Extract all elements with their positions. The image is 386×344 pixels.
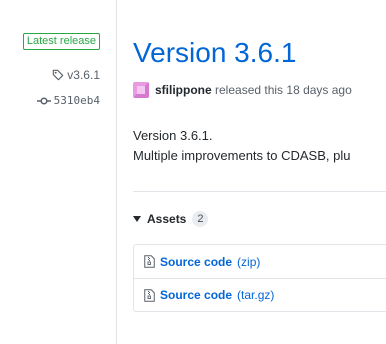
asset-extension: (tar.gz) <box>237 288 275 302</box>
asset-list: Source code (zip) Source code (tar.gz) <box>133 244 386 312</box>
commit-sha: 5310eb4 <box>53 94 100 107</box>
release-page: Latest release v3.6.1 5310eb4 Version 3.… <box>0 0 386 344</box>
release-notes-line: Multiple improvements to CDASB, plu <box>133 148 351 163</box>
asset-name-link[interactable]: Source code <box>160 288 232 302</box>
release-notes-line: Version 3.6.1. <box>133 128 213 143</box>
tag-link[interactable]: v3.6.1 <box>52 68 100 82</box>
avatar[interactable] <box>133 82 149 98</box>
tag-name: v3.6.1 <box>67 68 100 82</box>
list-item[interactable]: Source code (tar.gz) <box>134 278 386 311</box>
release-title[interactable]: Version 3.6.1 <box>133 35 296 71</box>
column-divider <box>116 0 117 344</box>
assets-label: Assets <box>147 212 187 226</box>
commit-icon <box>36 96 51 106</box>
file-zip-icon <box>144 288 155 302</box>
file-zip-icon <box>144 255 155 268</box>
release-time: released this 18 days ago <box>215 83 352 97</box>
list-item[interactable]: Source code (zip) <box>134 245 386 278</box>
caret-down-icon <box>133 216 141 222</box>
asset-extension: (zip) <box>237 254 261 269</box>
commit-link[interactable]: 5310eb4 <box>36 94 100 107</box>
assets-toggle[interactable]: Assets 2 <box>133 211 209 227</box>
release-main: Version 3.6.1 sfilippone released this 1… <box>133 0 386 344</box>
release-notes: Version 3.6.1. Multiple improvements to … <box>133 126 350 166</box>
release-meta-column: Latest release v3.6.1 5310eb4 <box>0 0 117 344</box>
tag-icon <box>52 69 64 81</box>
assets-count-badge: 2 <box>192 211 209 227</box>
release-byline: sfilippone released this 18 days ago <box>133 82 352 98</box>
latest-release-badge: Latest release <box>22 33 100 50</box>
asset-name-link[interactable]: Source code <box>160 255 232 269</box>
section-divider <box>133 191 386 192</box>
author-link[interactable]: sfilippone <box>155 83 212 97</box>
